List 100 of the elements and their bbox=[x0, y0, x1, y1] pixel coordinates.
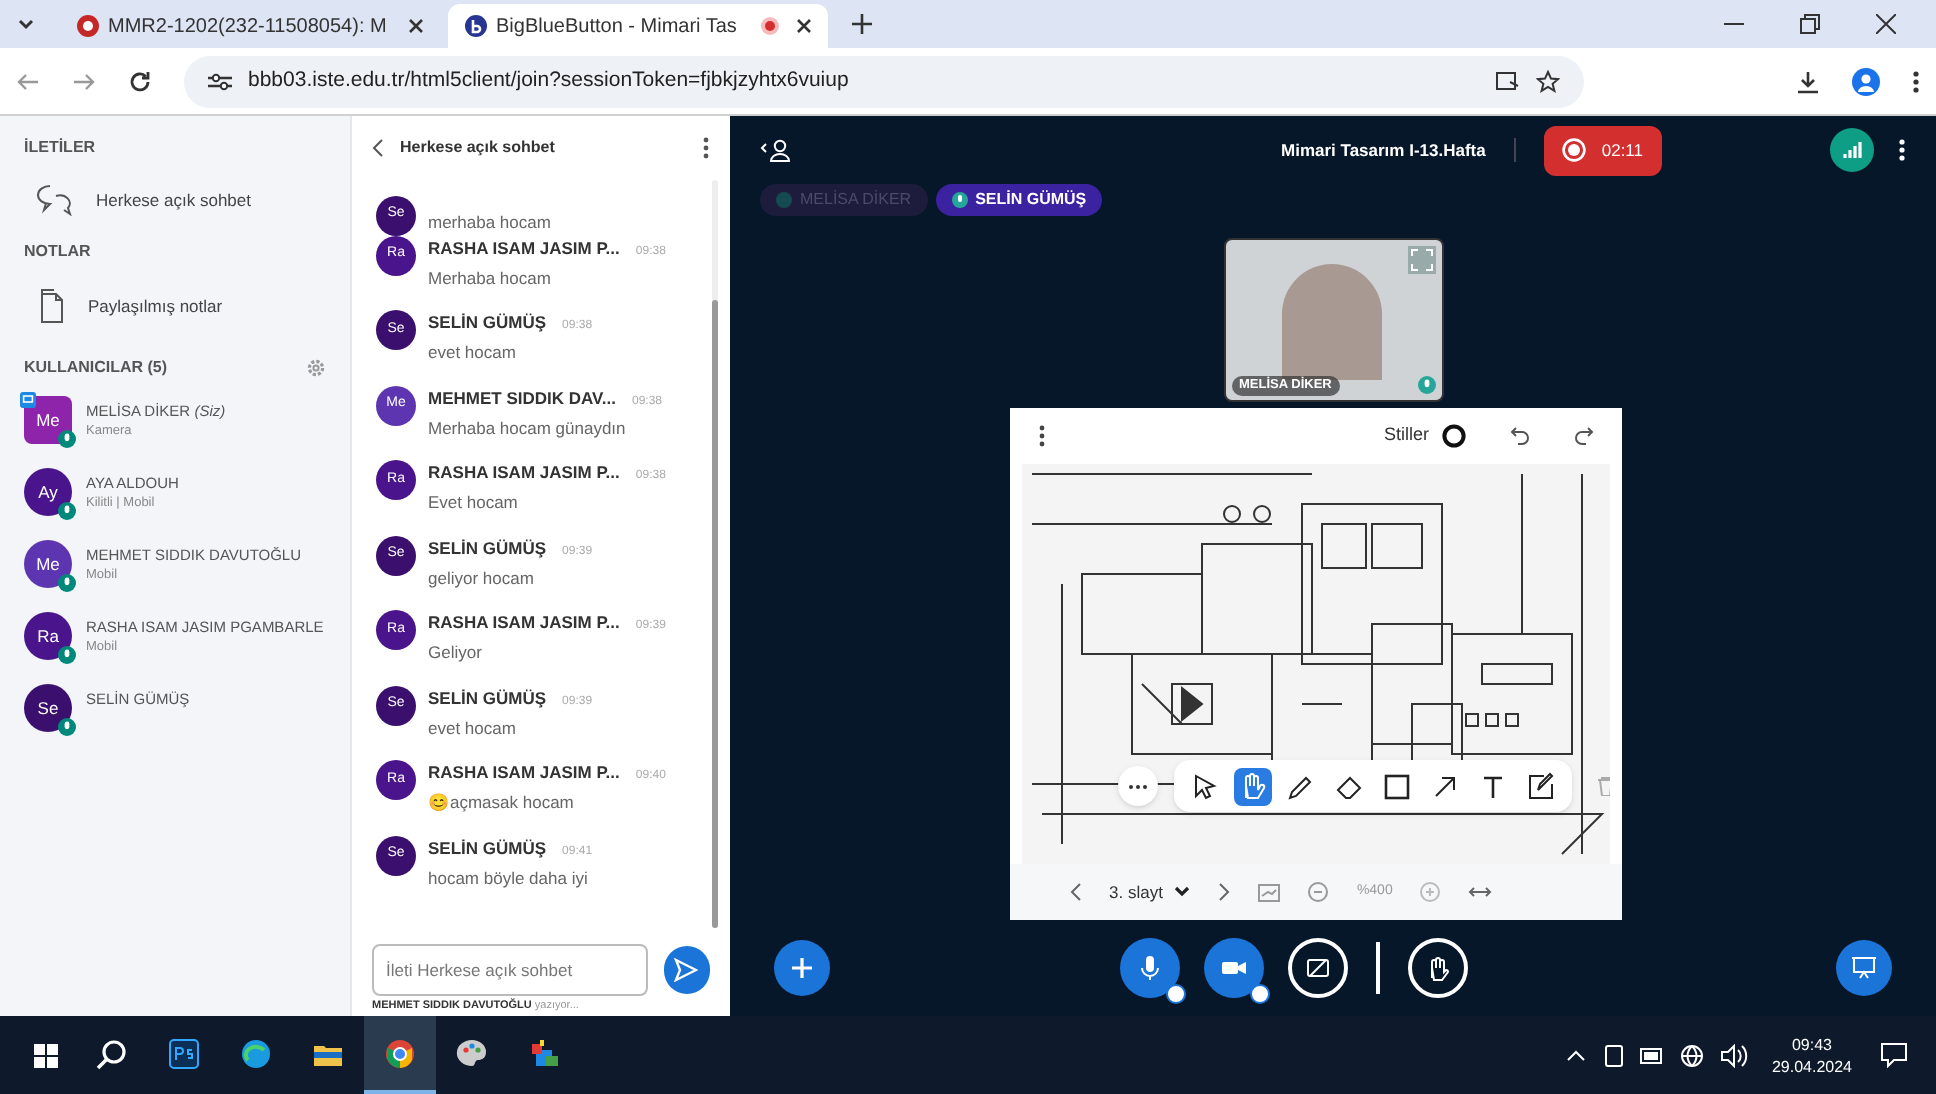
chevron-up-icon[interactable] bbox=[1565, 1049, 1586, 1061]
note-icon bbox=[1525, 771, 1555, 801]
section-heading: NOTLAR bbox=[24, 240, 93, 264]
search-icon bbox=[96, 1037, 128, 1069]
undo-icon[interactable] bbox=[1509, 426, 1529, 446]
more-tools-button[interactable] bbox=[1117, 766, 1157, 806]
new-tab-icon[interactable] bbox=[852, 14, 872, 34]
caret-icon bbox=[1174, 886, 1191, 898]
more-icon[interactable] bbox=[1912, 69, 1920, 93]
more-icon[interactable] bbox=[1898, 138, 1906, 162]
presentation-button[interactable] bbox=[1836, 940, 1892, 996]
user-avatar: Ra bbox=[24, 612, 72, 660]
circle-icon bbox=[1441, 424, 1465, 448]
connection-status-icon[interactable] bbox=[1830, 128, 1874, 172]
microphone-button[interactable] bbox=[1119, 938, 1179, 998]
pencil-icon bbox=[1285, 771, 1315, 801]
message-author: RASHA ISAM JASIM P... bbox=[428, 610, 620, 636]
close-icon[interactable] bbox=[796, 18, 812, 34]
battery-icon[interactable] bbox=[1639, 1047, 1664, 1063]
actions-button[interactable] bbox=[774, 940, 830, 996]
clock[interactable]: 09:43 29.04.2024 bbox=[1771, 1033, 1852, 1077]
more-icon bbox=[1127, 783, 1147, 789]
chat-title: Herkese açık sohbet bbox=[400, 136, 557, 160]
browser-tab[interactable]: MMR2-1202(232-11508054): M bbox=[60, 4, 440, 48]
message-text: 😊açmasak hocam bbox=[428, 790, 576, 816]
fit-width-icon[interactable] bbox=[1468, 886, 1493, 898]
public-chat-item[interactable]: Herkese açık sohbet bbox=[24, 176, 326, 224]
microphone-icon bbox=[58, 430, 76, 448]
microphone-icon bbox=[58, 574, 76, 592]
section-heading: İLETİLER bbox=[24, 136, 98, 160]
more-icon[interactable] bbox=[1037, 424, 1045, 448]
chat-bubbles-icon bbox=[36, 184, 72, 216]
message-text: Merhaba hocam bbox=[428, 265, 553, 291]
section-heading: KULLANICILAR (5) bbox=[24, 356, 168, 380]
microphone-icon bbox=[58, 502, 76, 520]
more-icon[interactable] bbox=[702, 136, 710, 160]
microphone-icon bbox=[951, 192, 968, 208]
forward-icon[interactable] bbox=[72, 69, 96, 93]
network-globe-icon[interactable] bbox=[1679, 1043, 1704, 1067]
zoom-out-icon[interactable] bbox=[1308, 882, 1329, 902]
download-icon[interactable] bbox=[1796, 69, 1820, 93]
bookmark-star-icon[interactable] bbox=[1536, 69, 1560, 93]
message-text: hocam böyle daha iyi bbox=[428, 865, 590, 891]
windows-start-icon[interactable] bbox=[32, 1041, 60, 1069]
site-settings-icon[interactable] bbox=[208, 71, 232, 91]
cursor-icon bbox=[1189, 771, 1219, 801]
speaker-icon[interactable] bbox=[1719, 1043, 1748, 1067]
message-text: Merhaba hocam günaydın bbox=[428, 415, 628, 441]
recording-button[interactable]: 02:11 bbox=[1543, 125, 1661, 175]
screen-share-button[interactable] bbox=[1287, 938, 1347, 998]
notifications-icon[interactable] bbox=[1880, 1042, 1908, 1068]
taskbar-app[interactable] bbox=[364, 1016, 436, 1094]
settings-icon[interactable] bbox=[306, 358, 326, 378]
plus-icon bbox=[790, 956, 814, 980]
message-text: evet hocam bbox=[428, 715, 518, 741]
raise-hand-button[interactable] bbox=[1407, 938, 1467, 998]
message-text: Geliyor bbox=[428, 640, 484, 666]
tab-list-icon[interactable] bbox=[16, 14, 36, 34]
app-icon bbox=[528, 1037, 560, 1069]
message-author: SELİN GÜMÜŞ bbox=[428, 685, 547, 711]
camera-button[interactable] bbox=[1203, 938, 1263, 998]
previous-slide-icon[interactable] bbox=[1069, 882, 1081, 902]
presentation-icon bbox=[1850, 954, 1878, 982]
back-icon[interactable] bbox=[372, 138, 384, 158]
scrollbar-thumb[interactable] bbox=[712, 300, 718, 928]
message-text: merhaba hocam bbox=[428, 209, 551, 235]
slide-selector[interactable]: 3. slayt bbox=[1109, 879, 1191, 905]
reload-icon[interactable] bbox=[128, 69, 152, 93]
shared-notes-item[interactable]: Paylaşılmış notlar bbox=[24, 280, 326, 332]
message-author: SELİN GÜMÜŞ bbox=[428, 535, 547, 561]
redo-icon[interactable] bbox=[1573, 426, 1593, 446]
restore-icon[interactable] bbox=[1800, 14, 1820, 34]
user-avatar: Me bbox=[24, 540, 72, 588]
message-input-field[interactable]: İleti Herkese açık sohbet bbox=[372, 944, 648, 996]
screen-share-off-icon bbox=[1303, 954, 1331, 982]
chart-icon[interactable] bbox=[1258, 883, 1281, 901]
send-button[interactable] bbox=[663, 946, 710, 994]
site-icon bbox=[464, 14, 488, 38]
message-author: RASHA ISAM JASIM P... bbox=[428, 460, 620, 486]
next-slide-icon[interactable] bbox=[1218, 882, 1231, 902]
options-caret[interactable] bbox=[1249, 984, 1269, 1004]
documents-icon bbox=[36, 288, 64, 324]
cast-icon[interactable] bbox=[1496, 71, 1520, 91]
meet-now-icon[interactable] bbox=[1603, 1043, 1624, 1067]
close-icon[interactable] bbox=[408, 18, 424, 34]
record-icon bbox=[1561, 138, 1586, 162]
styles-button[interactable]: Stiller bbox=[1383, 422, 1465, 450]
profile-icon[interactable] bbox=[1852, 67, 1880, 95]
url-text: bbb03.iste.edu.tr/html5client/join?sessionToken=fjbkjzyhtx6vuiup bbox=[248, 65, 849, 96]
photoshop-icon bbox=[168, 1037, 200, 1069]
close-icon[interactable] bbox=[1876, 14, 1896, 34]
paint-palette-icon bbox=[456, 1037, 488, 1069]
message-text: Evet hocam bbox=[428, 490, 520, 516]
address-bar[interactable]: bbb03.iste.edu.tr/html5client/join?sessionToken=fjbkjzyhtx6vuiup bbox=[184, 55, 1584, 107]
options-caret[interactable] bbox=[1165, 984, 1185, 1004]
user-avatar: Ay bbox=[24, 468, 72, 516]
square-icon bbox=[1381, 771, 1411, 801]
message-author: RASHA ISAM JASIM P... bbox=[428, 760, 620, 786]
browser-tab[interactable]: BigBlueButton - Mimari Tas bbox=[448, 4, 828, 48]
user-list-toggle-icon[interactable] bbox=[760, 138, 792, 162]
